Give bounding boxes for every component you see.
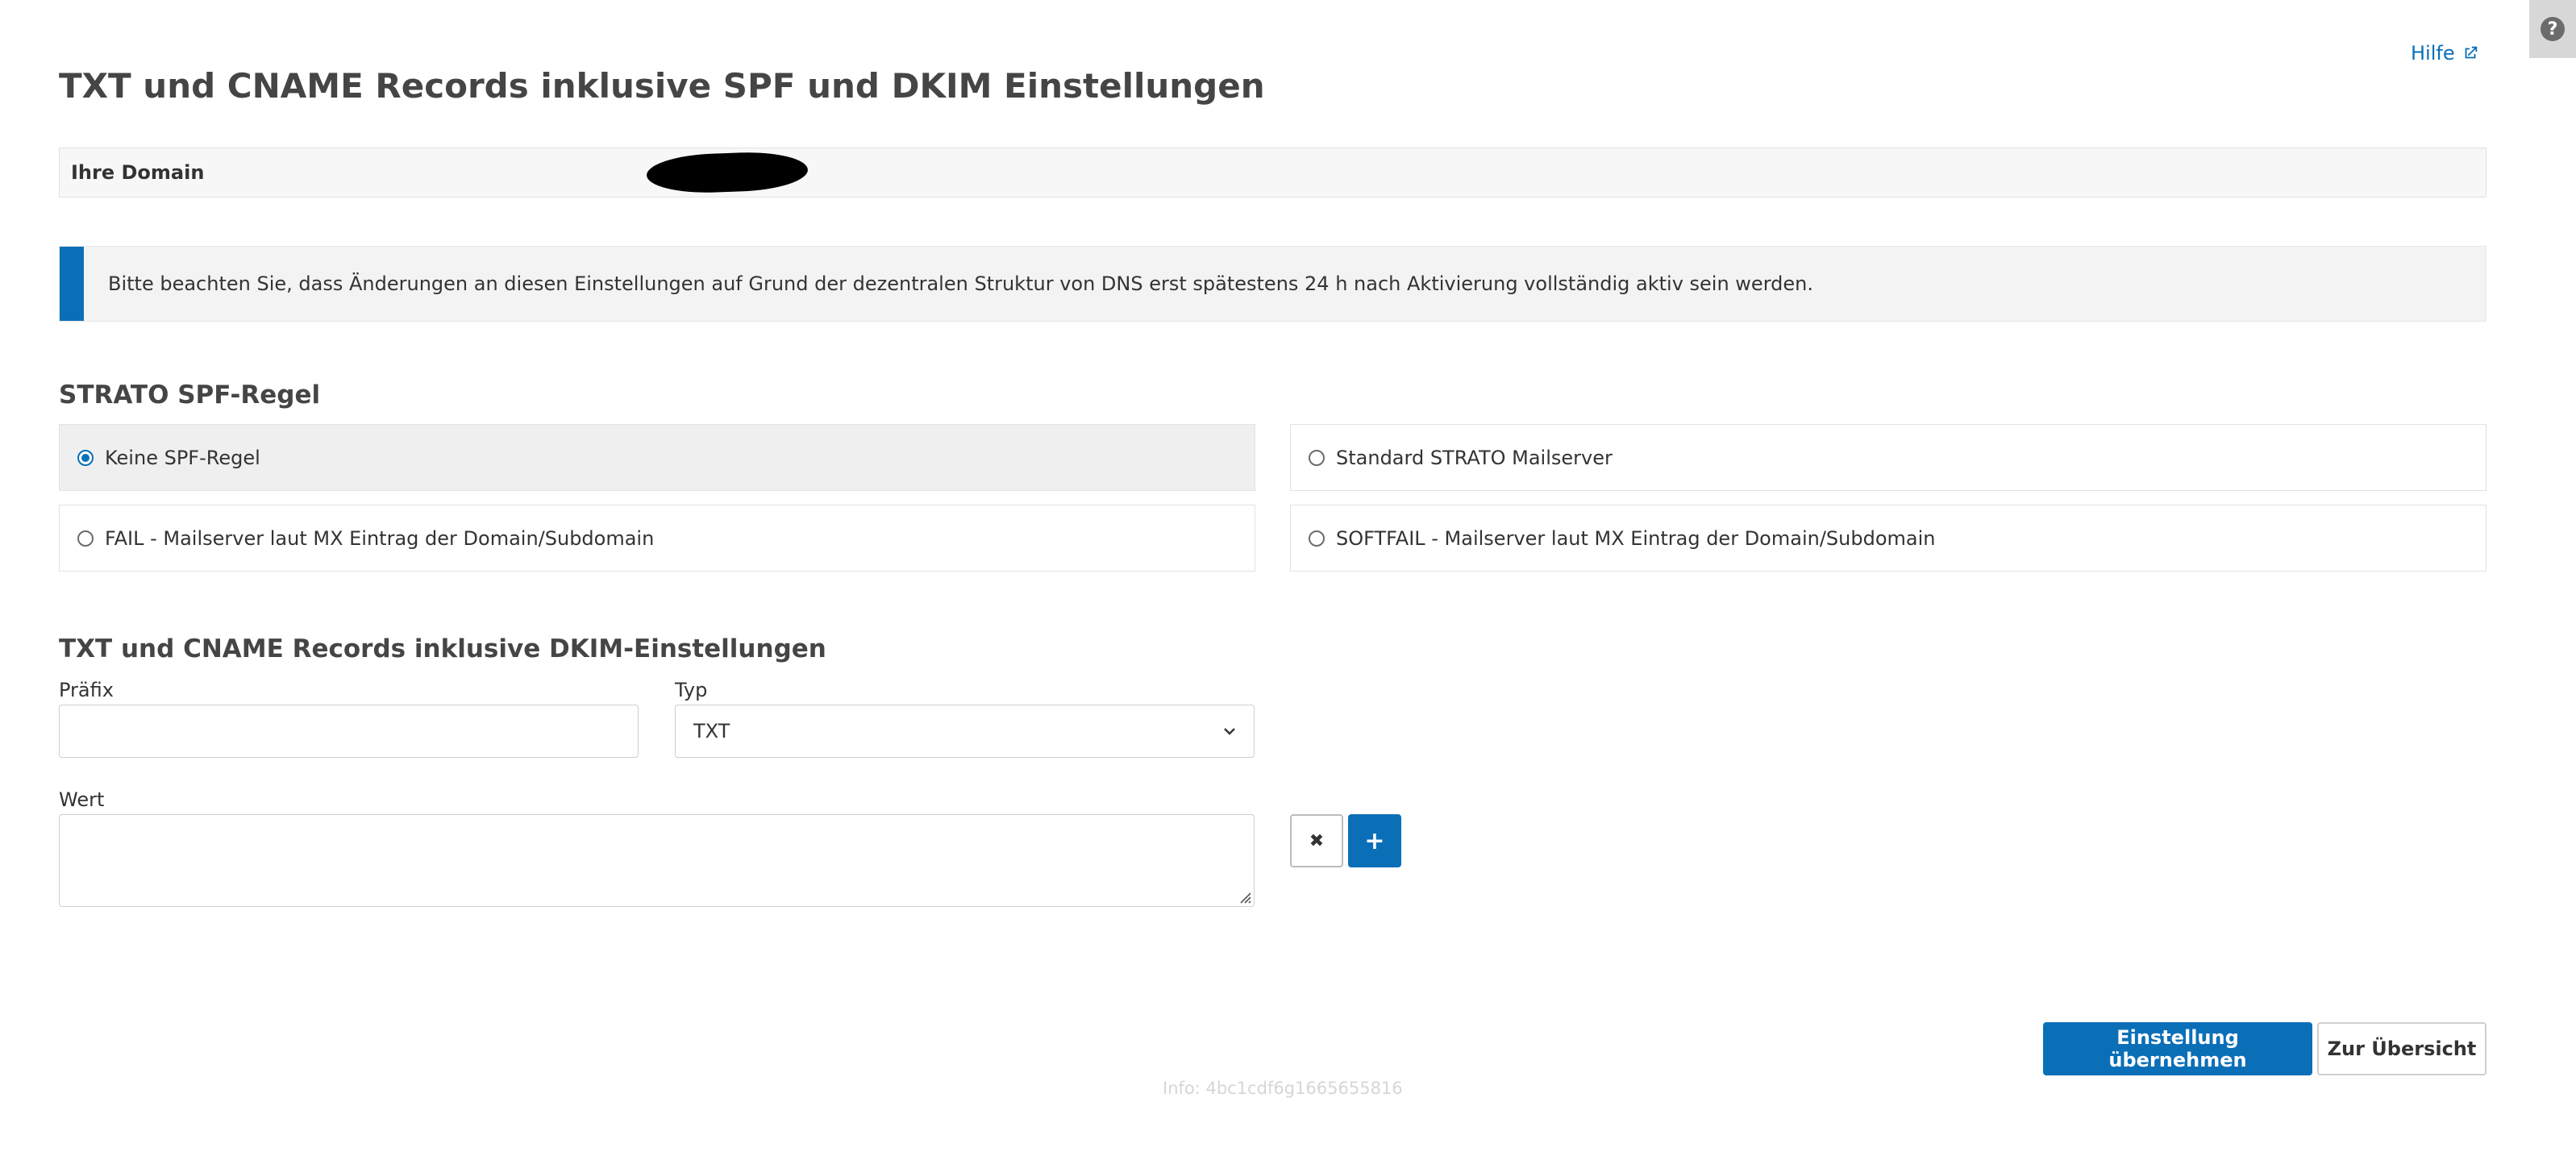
- page-title: TXT und CNAME Records inklusive SPF und …: [59, 66, 1265, 106]
- spf-option-none[interactable]: Keine SPF-Regel: [59, 424, 1255, 491]
- type-select[interactable]: TXT: [675, 705, 1255, 758]
- add-record-button[interactable]: +: [1348, 814, 1401, 867]
- plus-icon: +: [1364, 826, 1385, 855]
- records-section-title: TXT und CNAME Records inklusive DKIM-Ein…: [59, 634, 826, 663]
- question-circle-icon[interactable]: ?: [2541, 17, 2565, 41]
- spf-option-fail[interactable]: FAIL - Mailserver laut MX Eintrag der Do…: [59, 505, 1255, 572]
- notice-accent-bar: [60, 247, 84, 321]
- external-link-icon: [2465, 46, 2477, 59]
- type-label: Typ: [675, 679, 708, 701]
- value-label: Wert: [59, 788, 105, 811]
- help-link[interactable]: Hilfe: [2411, 42, 2479, 64]
- help-corner[interactable]: ?: [2529, 0, 2576, 58]
- spf-option-label: FAIL - Mailserver laut MX Eintrag der Do…: [105, 526, 655, 550]
- apply-settings-button[interactable]: Einstellung übernehmen: [2043, 1022, 2312, 1075]
- domain-bar: Ihre Domain: [59, 148, 2487, 198]
- spf-option-label: SOFTFAIL - Mailserver laut MX Eintrag de…: [1336, 526, 1936, 550]
- value-textarea[interactable]: [59, 814, 1255, 907]
- spf-option-label: Standard STRATO Mailserver: [1336, 446, 1613, 469]
- spf-option-standard[interactable]: Standard STRATO Mailserver: [1290, 424, 2487, 491]
- domain-value-redacted: [646, 150, 809, 195]
- dns-notice: Bitte beachten Sie, dass Änderungen an d…: [59, 246, 2487, 322]
- prefix-label: Präfix: [59, 679, 114, 701]
- chevron-down-icon: [1224, 728, 1235, 735]
- type-select-value: TXT: [693, 720, 730, 742]
- radio-selected-icon[interactable]: [77, 449, 94, 466]
- spf-option-label: Keine SPF-Regel: [105, 446, 260, 469]
- spf-option-softfail[interactable]: SOFTFAIL - Mailserver laut MX Eintrag de…: [1290, 505, 2487, 572]
- domain-label: Ihre Domain: [71, 161, 205, 184]
- footer-info: Info: 4bc1cdf6g1665655816: [1163, 1079, 1403, 1098]
- close-icon: ✖: [1309, 830, 1325, 851]
- radio-icon[interactable]: [77, 530, 94, 547]
- help-link-label: Hilfe: [2411, 42, 2455, 64]
- prefix-input[interactable]: [59, 705, 639, 758]
- notice-text: Bitte beachten Sie, dass Änderungen an d…: [108, 272, 1813, 295]
- remove-record-button[interactable]: ✖: [1290, 814, 1343, 867]
- overview-button[interactable]: Zur Übersicht: [2317, 1022, 2487, 1075]
- radio-icon[interactable]: [1309, 530, 1325, 547]
- radio-icon[interactable]: [1309, 449, 1325, 466]
- resize-grip-icon[interactable]: [1237, 889, 1251, 904]
- spf-section-title: STRATO SPF-Regel: [59, 381, 321, 410]
